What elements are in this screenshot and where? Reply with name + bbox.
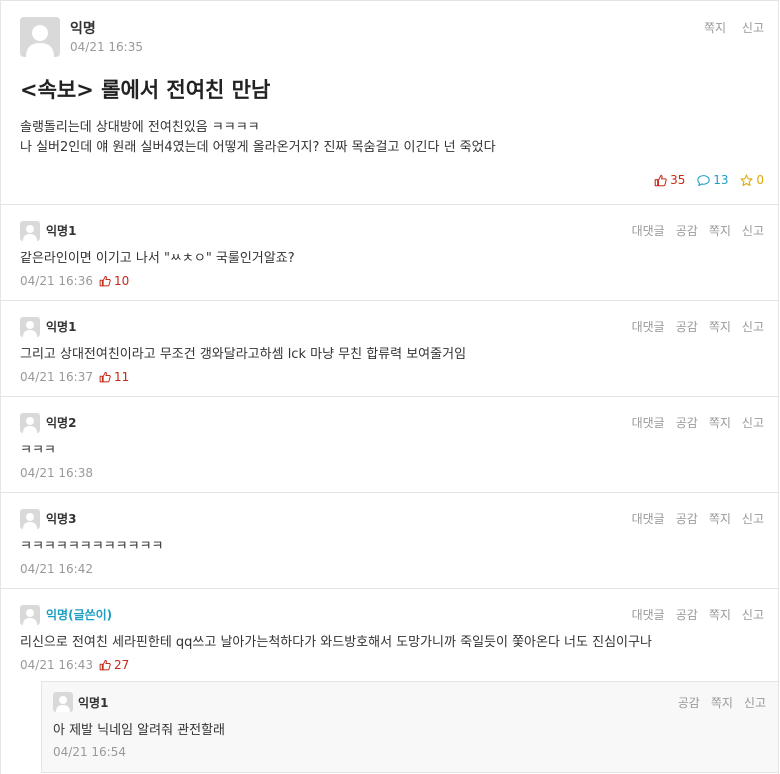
comment-meta: 04/21 16:38 [20, 466, 93, 480]
comment-vote: 10 [99, 274, 129, 288]
comment-vote-count: 11 [113, 370, 130, 384]
reply-button[interactable]: 대댓글 [632, 224, 665, 238]
reply-button[interactable]: 대댓글 [632, 608, 665, 622]
default-user-icon [20, 221, 40, 241]
comment-count-value: 13 [713, 173, 729, 187]
reply-button[interactable]: 대댓글 [632, 416, 665, 430]
thumbs-up-icon [99, 275, 111, 287]
comment-actions: 대댓글 공감 쪽지 신고 [621, 510, 764, 527]
comment-time: 04/21 16:43 [20, 658, 93, 672]
article-actions: 쪽지 신고 [692, 19, 764, 36]
comment-item: 익명3 대댓글 공감 쪽지 신고 ㅋㅋㅋㅋㅋㅋㅋㅋㅋㅋㅋㅋ 04/21 16:42 [1, 493, 778, 589]
comment-vote: 27 [99, 658, 129, 672]
default-user-icon [20, 317, 40, 337]
comment-text: 같은라인이면 이기고 나서 "ㅆㅊㅇ" 국룰인거알죠? [20, 251, 295, 266]
message-button[interactable]: 쪽지 [709, 608, 731, 622]
comment-actions: 대댓글 공감 쪽지 신고 [621, 222, 764, 239]
comment-author: 익명1 [46, 320, 77, 334]
message-button[interactable]: 쪽지 [711, 696, 733, 710]
star-icon [740, 174, 753, 186]
comment-item: 익명1 대댓글 공감 쪽지 신고 그리고 상대전여친이라고 무조건 갱와달라고하셈 l… [1, 301, 778, 397]
message-button[interactable]: 쪽지 [709, 320, 731, 334]
article: 익명 04/21 16:35 쪽지 신고 <속보> 롤에서 전여친 만남 솔랭돌… [1, 0, 778, 205]
vote-count[interactable]: 35 [654, 173, 685, 187]
reply-button[interactable]: 대댓글 [632, 512, 665, 526]
article-time: 04/21 16:35 [70, 40, 143, 54]
vote-button[interactable]: 공감 [676, 608, 698, 622]
article-body-line: 나 실버2인데 얘 원래 실버4였는데 어떻게 올라온거지? 진짜 목숨걸고 이… [20, 140, 496, 155]
report-button[interactable]: 신고 [742, 512, 764, 526]
comment-time: 04/21 16:42 [20, 562, 93, 576]
comment-author: 익명2 [46, 416, 77, 430]
article-author: 익명 [70, 21, 96, 37]
vote-button[interactable]: 공감 [676, 416, 698, 430]
comment-vote-count: 27 [113, 658, 130, 672]
report-button[interactable]: 신고 [742, 416, 764, 430]
comment-item: 익명(글쓴이) 대댓글 공감 쪽지 신고 리신으로 전여친 세라핀한테 qq쓰고 날아… [1, 589, 778, 685]
comment-time: 04/21 16:37 [20, 370, 93, 384]
scrap-count-value: 0 [756, 173, 764, 187]
scrap-count[interactable]: 0 [740, 173, 764, 187]
comment-text: 리신으로 전여친 세라핀한테 qq쓰고 날아가는척하다가 와드방호해서 도망가니… [20, 635, 652, 650]
default-user-icon [20, 413, 40, 433]
comment-item: 익명2 대댓글 공감 쪽지 신고 ㅋㅋㅋ 04/21 16:38 [1, 397, 778, 493]
article-stats: 35 13 0 [646, 173, 764, 190]
comment-list: 익명1 대댓글 공감 쪽지 신고 같은라인이면 이기고 나서 "ㅆㅊㅇ" 국룰인거알죠… [1, 205, 778, 685]
report-button[interactable]: 신고 [742, 224, 764, 238]
comment-text: ㅋㅋㅋ [20, 443, 56, 458]
thumbs-up-icon [99, 659, 111, 671]
board-post-page: 익명 04/21 16:35 쪽지 신고 <속보> 롤에서 전여친 만남 솔랭돌… [0, 0, 779, 774]
comment-meta: 04/21 16:36 10 [20, 274, 129, 288]
reply-text: 아 제발 닉네임 알려줘 관전할래 [53, 723, 226, 738]
reply-button[interactable]: 대댓글 [632, 320, 665, 334]
reply-time: 04/21 16:54 [53, 745, 126, 759]
vote-button[interactable]: 공감 [676, 224, 698, 238]
speech-bubble-icon [697, 174, 710, 186]
vote-button[interactable]: 공감 [678, 696, 700, 710]
comment-vote-count: 10 [113, 274, 130, 288]
child-comment: 익명1 공감 쪽지 신고 아 제발 닉네임 알려줘 관전할래 04/21 16:54 [41, 681, 779, 773]
comment-actions: 대댓글 공감 쪽지 신고 [621, 606, 764, 623]
article-body-line: 솔랭돌리는데 상대방에 전여친있음 ㅋㅋㅋㅋ [20, 120, 260, 135]
comment-text: ㅋㅋㅋㅋㅋㅋㅋㅋㅋㅋㅋㅋ [20, 539, 164, 554]
article-title: <속보> 롤에서 전여친 만남 [20, 78, 271, 102]
default-user-icon [53, 692, 73, 712]
report-button[interactable]: 신고 [742, 320, 764, 334]
message-button[interactable]: 쪽지 [709, 512, 731, 526]
comment-author: 익명1 [46, 224, 77, 238]
message-button[interactable]: 쪽지 [709, 224, 731, 238]
reply-author: 익명1 [78, 696, 109, 710]
comment-meta: 04/21 16:42 [20, 562, 93, 576]
comment-actions: 대댓글 공감 쪽지 신고 [621, 318, 764, 335]
vote-button[interactable]: 공감 [676, 512, 698, 526]
default-user-icon [20, 605, 40, 625]
comment-count: 13 [697, 173, 729, 187]
message-button[interactable]: 쪽지 [704, 21, 726, 35]
comment-meta: 04/21 16:37 11 [20, 370, 129, 384]
thumbs-up-icon [654, 174, 667, 186]
comment-meta: 04/21 16:43 27 [20, 658, 129, 672]
comment-text: 그리고 상대전여친이라고 무조건 갱와달라고하셈 lck 마냥 무친 합류력 보… [20, 347, 467, 362]
comment-author: 익명3 [46, 512, 77, 526]
comment-time: 04/21 16:38 [20, 466, 93, 480]
article-body: 솔랭돌리는데 상대방에 전여친있음 ㅋㅋㅋㅋ 나 실버2인데 얘 원래 실버4였… [20, 118, 496, 158]
reply-actions: 공감 쪽지 신고 [667, 694, 766, 711]
default-user-icon [20, 509, 40, 529]
message-button[interactable]: 쪽지 [709, 416, 731, 430]
vote-button[interactable]: 공감 [676, 320, 698, 334]
report-button[interactable]: 신고 [744, 696, 766, 710]
default-user-icon [20, 17, 60, 57]
comment-item: 익명1 대댓글 공감 쪽지 신고 같은라인이면 이기고 나서 "ㅆㅊㅇ" 국룰인거알죠… [1, 205, 778, 301]
comment-actions: 대댓글 공감 쪽지 신고 [621, 414, 764, 431]
vote-count-value: 35 [670, 173, 686, 187]
comment-author-op: 익명(글쓴이) [46, 608, 113, 622]
report-button[interactable]: 신고 [742, 21, 764, 35]
comment-time: 04/21 16:36 [20, 274, 93, 288]
comment-vote: 11 [99, 370, 129, 384]
report-button[interactable]: 신고 [742, 608, 764, 622]
thumbs-up-icon [99, 371, 111, 383]
